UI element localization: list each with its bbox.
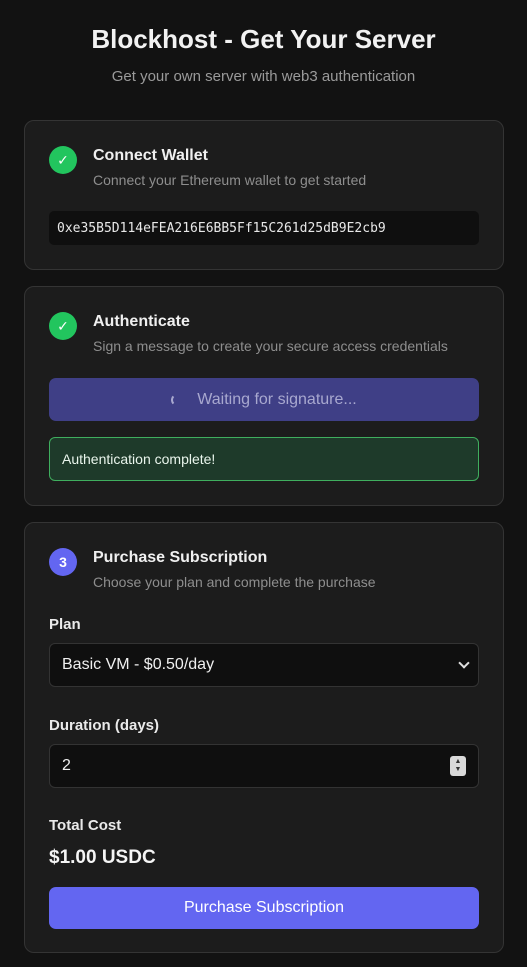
sign-button-label: Waiting for signature...	[197, 390, 357, 408]
page-subtitle: Get your own server with web3 authentica…	[111, 68, 416, 85]
number-stepper[interactable]: ▲ ▼	[450, 756, 466, 776]
duration-input[interactable]: 2 ▲ ▼	[49, 744, 479, 788]
step-description: Connect your Ethereum wallet to get star…	[93, 172, 367, 188]
authenticate-card: ✓ Authenticate Sign a message to create …	[24, 286, 504, 506]
plan-selected-value: Basic VM - $0.50/day	[62, 656, 215, 673]
step-description: Choose your plan and complete the purcha…	[93, 574, 376, 590]
check-icon: ✓	[49, 312, 77, 340]
connect-wallet-card: ✓ Connect Wallet Connect your Ethereum w…	[24, 120, 504, 270]
total-cost-value: $1.00 USDC	[49, 847, 156, 868]
duration-label: Duration (days)	[49, 717, 160, 734]
step-description: Sign a message to create your secure acc…	[93, 338, 448, 354]
duration-value: 2	[62, 757, 71, 774]
total-cost-label: Total Cost	[49, 817, 122, 834]
step-title: Purchase Subscription	[93, 549, 268, 566]
step-number-badge: 3	[49, 548, 77, 576]
chevron-down-icon	[458, 657, 470, 669]
plan-label: Plan	[49, 616, 81, 633]
page-title: Blockhost - Get Your Server	[91, 24, 436, 54]
spinner-icon	[171, 393, 183, 406]
chevron-down-icon: ▼	[454, 766, 462, 773]
step-title: Authenticate	[93, 313, 190, 330]
plan-select[interactable]: Basic VM - $0.50/day	[49, 643, 479, 687]
authentication-success-alert: Authentication complete!	[49, 437, 479, 481]
step-title: Connect Wallet	[93, 147, 208, 164]
check-icon: ✓	[49, 146, 77, 174]
purchase-subscription-button[interactable]: Purchase Subscription	[49, 887, 479, 929]
wallet-address: 0xe35B5D114eFEA216E6BB5Ff15C261d25dB9E2c…	[49, 211, 479, 245]
chevron-up-icon: ▲	[454, 758, 462, 765]
sign-message-button[interactable]: Waiting for signature...	[49, 378, 479, 421]
purchase-subscription-card: 3 Purchase Subscription Choose your plan…	[24, 522, 504, 953]
